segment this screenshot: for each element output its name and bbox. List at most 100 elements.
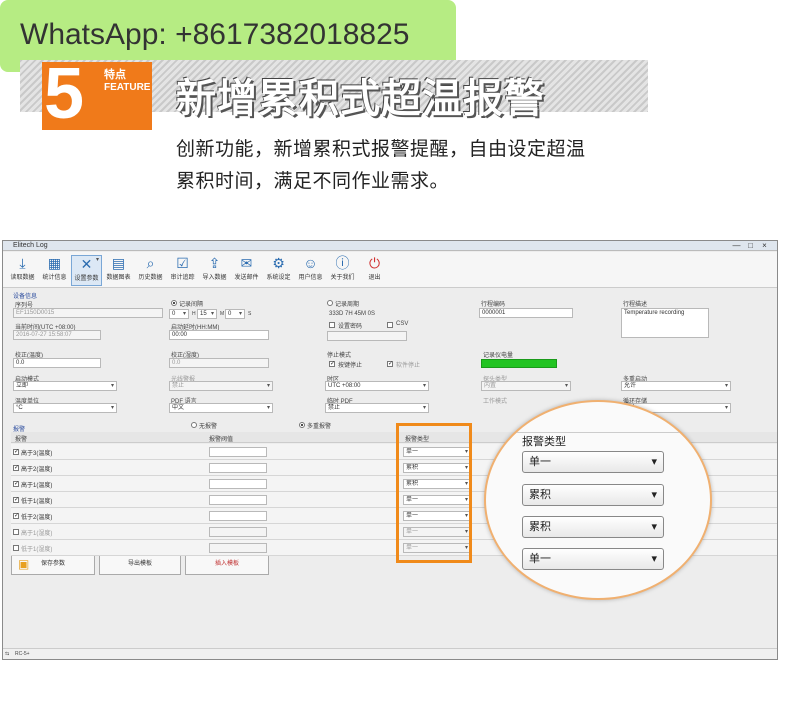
minutes-unit: M: [220, 311, 225, 317]
toolbar-label: 数据图表: [106, 275, 131, 281]
save-params-button[interactable]: ▣ 保存参数: [11, 553, 95, 575]
close-button[interactable]: ×: [759, 242, 770, 250]
audit-icon: ☑: [176, 255, 189, 271]
toolbar-button-import[interactable]: ⇪ 导入数据: [199, 255, 230, 286]
interval-seconds-select[interactable]: 0: [225, 309, 245, 319]
work-mode-label: 工作模式: [483, 399, 508, 405]
key-stop-checkbox[interactable]: ✓: [329, 361, 335, 367]
light-alarm-select[interactable]: 禁止: [169, 381, 273, 391]
window-title: Elitech Log: [13, 242, 48, 249]
usb-icon: ⇆: [5, 651, 10, 657]
alarm-enable-checkbox[interactable]: ✓: [13, 465, 19, 471]
history-icon: ⌕: [146, 255, 155, 271]
headline: 新增累积式超温报警: [176, 77, 545, 121]
alarm-enable-checkbox[interactable]: ✓: [13, 497, 19, 503]
feature-label-cn: 特点: [104, 69, 126, 81]
toolbar-button-audit[interactable]: ☑ 审计追踪: [167, 255, 198, 286]
calib-temp-field[interactable]: 0.0: [13, 358, 101, 368]
toolbar-label: 用户信息: [298, 275, 323, 281]
csv-checkbox[interactable]: [387, 322, 393, 328]
zoom-header-line: [486, 432, 710, 433]
alarm-threshold-field[interactable]: [209, 543, 267, 553]
battery-label: 记录仪电量: [483, 353, 514, 359]
import-template-button[interactable]: 插入模板: [185, 553, 269, 575]
toolbar-button-power[interactable]: ⏻ 退出: [359, 255, 390, 286]
zoom-select-2[interactable]: 累积: [522, 484, 664, 506]
set-password-checkbox[interactable]: [329, 322, 335, 328]
toolbar-button-info[interactable]: ⓘ 关于我们: [327, 255, 358, 286]
toolbar-button-mail[interactable]: ✉ 发送邮件: [231, 255, 262, 286]
alarm-enable-checkbox[interactable]: [13, 545, 19, 551]
password-field[interactable]: [327, 331, 407, 341]
toolbar-label: 发送邮件: [234, 275, 259, 281]
start-delay-field[interactable]: 00:00: [169, 330, 269, 340]
pdf-lang-select[interactable]: 中文: [169, 403, 273, 413]
alarm-col-header: 报警: [15, 437, 28, 443]
toolbar-button-download[interactable]: ⤓ 读取数据: [7, 255, 38, 286]
toolbar-button-chart[interactable]: ▤ 数据图表: [103, 255, 134, 286]
alarm-enable-checkbox[interactable]: ✓: [13, 449, 19, 455]
feature-label-en: FEATURE: [104, 82, 151, 93]
alarm-row-label: 低于1(温度): [21, 499, 53, 505]
zoom-select-1[interactable]: 单一: [522, 451, 664, 473]
alarm-threshold-field[interactable]: [209, 447, 267, 457]
hours-unit: H: [192, 311, 196, 317]
temp-unit-select[interactable]: °C: [13, 403, 117, 413]
zoom-select-4[interactable]: 单一: [522, 548, 664, 570]
description-line-2: 累积时间，满足不同作业需求。: [176, 171, 450, 192]
toolbar-label: 系统设定: [266, 275, 291, 281]
record-cycle-radio[interactable]: [327, 300, 333, 306]
toolbar-button-stats[interactable]: ▦ 统计信息: [39, 255, 70, 286]
trip-no-field[interactable]: 0000001: [479, 308, 573, 318]
alarm-threshold-field[interactable]: [209, 463, 267, 473]
soft-stop-checkbox[interactable]: ✓: [387, 361, 393, 367]
toolbar-button-tools[interactable]: ✕ 设置参数: [71, 255, 102, 286]
timezone-select[interactable]: UTC +08:00: [325, 381, 429, 391]
serial-field[interactable]: EF1150D0015: [13, 308, 163, 318]
trip-no-label: 行程编码: [481, 302, 506, 308]
alarm-enable-checkbox[interactable]: ✓: [13, 481, 19, 487]
alarm-row-label: 低于1(湿度): [21, 547, 53, 553]
multi-start-select[interactable]: 允许: [621, 381, 731, 391]
start-mode-select[interactable]: 立即: [13, 381, 117, 391]
time-field[interactable]: 2016-07-27 15:58:07: [13, 330, 101, 340]
alarm-enable-checkbox[interactable]: [13, 529, 19, 535]
maximize-button[interactable]: □: [745, 242, 756, 250]
trip-desc-field[interactable]: Temperature recording: [621, 308, 709, 338]
minimize-button[interactable]: —: [731, 242, 742, 250]
power-icon: ⏻: [368, 255, 381, 271]
toolbar-label: 读取数据: [10, 275, 35, 281]
toolbar-button-user[interactable]: ☺ 用户信息: [295, 255, 326, 286]
toolbar-label: 退出: [368, 275, 381, 281]
zoom-select-3[interactable]: 累积: [522, 516, 664, 538]
no-alarm-label: 无报警: [199, 424, 218, 430]
alarm-enable-checkbox[interactable]: ✓: [13, 513, 19, 519]
description-line-1: 创新功能，新增累积式报警提醒，自由设定超温: [176, 139, 586, 160]
set-password-label: 设置密码: [338, 324, 363, 330]
alarm-row-label: 高于1(温度): [21, 483, 53, 489]
alarm-type-highlight: [396, 423, 472, 563]
threshold-col-header: 报警阀值: [209, 437, 234, 443]
multi-alarm-radio[interactable]: [299, 422, 305, 428]
probe-type-select[interactable]: 内置: [481, 381, 571, 391]
temp-pdf-select[interactable]: 禁止: [325, 403, 429, 413]
chart-icon: ▤: [111, 255, 126, 271]
save-icon: ▣: [18, 557, 30, 571]
calib-hum-field[interactable]: 0.0: [169, 358, 269, 368]
alarm-threshold-field[interactable]: [209, 527, 267, 537]
download-icon: ⤓: [19, 255, 26, 271]
key-stop-label: 按键停止: [338, 363, 363, 369]
status-bar: ⇆ RC-5+: [3, 648, 777, 659]
csv-label: CSV: [396, 321, 409, 327]
toolbar-button-history[interactable]: ⌕ 历史数据: [135, 255, 166, 286]
record-interval-radio[interactable]: [171, 300, 177, 306]
alarm-threshold-field[interactable]: [209, 495, 267, 505]
toolbar-button-gear[interactable]: ⚙ 系统设定: [263, 255, 294, 286]
toolbar-label: 统计信息: [42, 275, 67, 281]
interval-minutes-select[interactable]: 15: [197, 309, 217, 319]
export-template-button[interactable]: 导出模板: [99, 553, 181, 575]
interval-hours-select[interactable]: 0: [169, 309, 189, 319]
no-alarm-radio[interactable]: [191, 422, 197, 428]
alarm-threshold-field[interactable]: [209, 511, 267, 521]
alarm-threshold-field[interactable]: [209, 479, 267, 489]
